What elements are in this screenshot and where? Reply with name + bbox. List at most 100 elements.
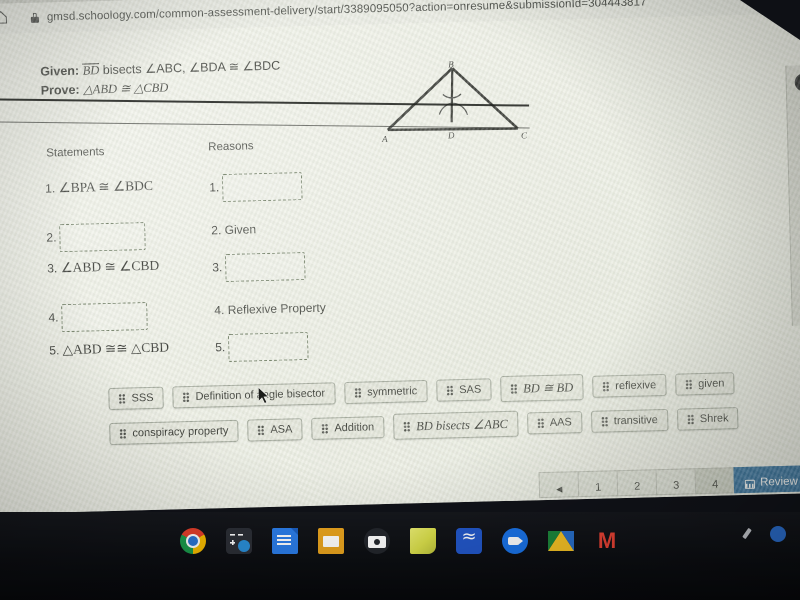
assessment-page: Given: BD bisects ∠ABC, ∠BDA ≅ ∠BDC Prov… <box>0 12 800 514</box>
answer-tile-definition-of-angle-bisector[interactable]: Definition of angle bisector <box>172 382 336 409</box>
answer-tile-label: ASA <box>270 423 293 436</box>
drag-handle-icon[interactable] <box>602 381 610 392</box>
reason-text-4: Reflexive Property <box>227 300 326 317</box>
drag-handle-icon[interactable] <box>118 393 126 404</box>
reason-dropzone-3[interactable] <box>225 252 306 283</box>
answer-tile-label: transitive <box>613 414 658 428</box>
answer-tile-reflexive[interactable]: reflexive <box>591 373 667 398</box>
drag-handle-icon[interactable] <box>353 387 362 398</box>
reason-row-3: 3. <box>212 252 306 283</box>
given-text: bisects ∠ABC, ∠BDA ≅ ∠BDC <box>102 58 281 78</box>
drag-handle-icon[interactable] <box>600 416 608 427</box>
answer-tile-label: given <box>698 377 725 391</box>
shelf-app-list: M <box>0 518 800 564</box>
answer-tile-label: reflexive <box>615 379 657 393</box>
reason-number-1: 1. <box>209 180 220 195</box>
given-segment-bd: BD <box>82 63 100 78</box>
drag-handle-icon[interactable] <box>119 428 127 439</box>
statement-text-5: △ABD ≅≅ △CBD <box>62 339 170 358</box>
gmail-icon[interactable]: M <box>594 528 620 554</box>
drag-handle-icon[interactable] <box>257 425 265 436</box>
shelf-status-area <box>742 526 786 542</box>
drag-handle-icon[interactable] <box>321 423 329 434</box>
answer-tile-label: BD ≅ BD <box>523 380 574 396</box>
chrome-icon[interactable] <box>180 528 206 554</box>
google-meet-icon[interactable] <box>502 528 528 554</box>
reason-number-4: 4. <box>214 303 225 318</box>
statement-row-5: 5. △ABD ≅≅ △CBD <box>49 339 169 358</box>
reason-number-3: 3. <box>212 260 223 275</box>
answer-tile-transitive[interactable]: transitive <box>590 408 669 433</box>
google-slides-icon[interactable] <box>318 528 344 554</box>
figure-label-a: A <box>381 134 388 144</box>
answer-tile-addition[interactable]: Addition <box>311 416 385 440</box>
statement-dropzone-2[interactable] <box>59 222 147 253</box>
drag-handle-icon[interactable] <box>685 379 693 390</box>
answer-tile-shrek[interactable]: Shrek <box>676 407 739 431</box>
statement-row-3: 3. ∠ABD ≅ ∠CBD <box>47 258 159 277</box>
camera-icon[interactable] <box>364 528 390 554</box>
status-icon[interactable] <box>770 526 786 542</box>
google-keep-icon[interactable] <box>410 528 436 554</box>
page-button-3[interactable]: 3 <box>655 468 696 496</box>
answer-tile-given[interactable]: given <box>674 372 735 396</box>
reason-text-2: Given <box>224 222 257 238</box>
statement-number-3: 3. <box>47 261 58 276</box>
answer-tile-aas[interactable]: AAS <box>526 411 583 435</box>
page-button-1[interactable]: 1 <box>577 470 618 498</box>
answer-tile-bd-bisects-abc[interactable]: BD bisects ∠ABC <box>392 410 519 440</box>
proof-header: Given: BD bisects ∠ABC, ∠BDA ≅ ∠BDC Prov… <box>40 57 281 101</box>
reason-row-5: 5. <box>215 331 310 362</box>
google-drive-icon[interactable] <box>548 528 574 554</box>
reason-dropzone-1[interactable] <box>222 172 303 203</box>
calculator-icon[interactable] <box>226 528 252 554</box>
statement-text-3: ∠ABD ≅ ∠CBD <box>60 257 160 276</box>
reason-row-1: 1. <box>209 172 303 203</box>
google-docs-icon[interactable] <box>272 528 298 554</box>
drag-handle-icon[interactable] <box>510 383 518 394</box>
mouse-cursor <box>258 386 270 404</box>
answer-tile-bank: SSS Definition of angle bisector symmetr… <box>108 371 739 456</box>
statement-row-1: 1. ∠BPA ≅ ∠BDC <box>45 178 153 197</box>
answer-tile-bd-congruent-bd[interactable]: BD ≅ BD <box>499 374 584 403</box>
lock-icon <box>31 13 39 23</box>
figure-label-b: B <box>448 59 454 69</box>
right-side-rail: ◉ ❖ ❮ <box>785 64 800 326</box>
answer-tile-symmetric[interactable]: symmetric <box>343 379 428 405</box>
fullscreen-icon[interactable]: ❖ <box>796 101 800 117</box>
answer-tile-label: SSS <box>131 391 154 405</box>
drag-handle-icon[interactable] <box>536 418 544 429</box>
reason-number-5: 5. <box>215 340 226 355</box>
assessment-bottom-bar: ◀ 1 2 3 4 Review <box>0 459 800 514</box>
column-header-statements: Statements <box>46 146 105 160</box>
profile-icon[interactable]: ◉ <box>794 73 800 92</box>
answer-tile-sas[interactable]: SAS <box>435 378 492 402</box>
previous-page-button[interactable]: ◀ <box>538 471 579 499</box>
statement-dropzone-4[interactable] <box>61 302 149 333</box>
answer-tile-row-1: SSS Definition of angle bisector symmetr… <box>108 371 735 412</box>
given-label: Given: <box>40 63 80 79</box>
page-button-4[interactable]: 4 <box>694 467 735 495</box>
reason-dropzone-5[interactable] <box>228 331 310 362</box>
prove-text: △ABD ≅ △CBD <box>82 80 169 97</box>
answer-tile-sss[interactable]: SSS <box>108 386 164 411</box>
answer-tile-label: Addition <box>334 421 375 435</box>
answer-tile-label: symmetric <box>366 385 418 399</box>
equatio-icon[interactable] <box>456 526 482 554</box>
statement-text-1: ∠BPA ≅ ∠BDC <box>58 177 154 196</box>
answer-tile-conspiracy-property[interactable]: conspiracy property <box>109 419 239 446</box>
page-button-2[interactable]: 2 <box>616 469 657 497</box>
stylus-icon[interactable] <box>742 527 756 541</box>
home-icon[interactable] <box>0 12 9 24</box>
drag-handle-icon[interactable] <box>402 421 411 432</box>
figure-label-d: D <box>447 130 455 140</box>
answer-tile-asa[interactable]: ASA <box>247 418 303 442</box>
answer-tile-label: BD bisects ∠ABC <box>415 416 509 434</box>
drag-handle-icon[interactable] <box>686 414 694 425</box>
drag-handle-icon[interactable] <box>182 391 190 403</box>
statement-number-2: 2. <box>46 230 57 245</box>
statement-row-4: 4. <box>48 302 149 333</box>
review-button[interactable]: Review <box>733 465 800 494</box>
drag-handle-icon[interactable] <box>446 385 454 396</box>
column-header-reasons: Reasons <box>208 140 254 154</box>
